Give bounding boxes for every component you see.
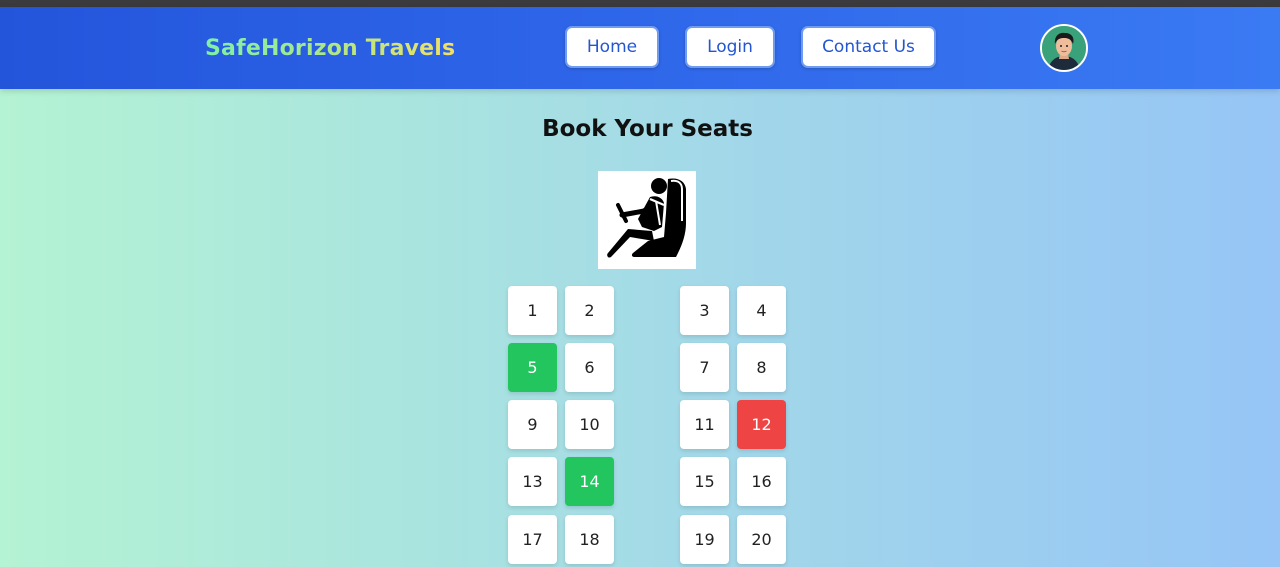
seat-19[interactable]: 19 xyxy=(680,515,729,564)
seat-2[interactable]: 2 xyxy=(565,286,614,335)
seat-12[interactable]: 12 xyxy=(737,400,786,449)
seat-5[interactable]: 5 xyxy=(508,343,557,392)
user-avatar[interactable] xyxy=(1040,24,1088,72)
seat-8[interactable]: 8 xyxy=(737,343,786,392)
seat-11[interactable]: 11 xyxy=(680,400,729,449)
seat-14[interactable]: 14 xyxy=(565,457,614,506)
driver-seat-illustration xyxy=(607,178,686,258)
driver-seat-icon xyxy=(598,171,696,269)
seat-10[interactable]: 10 xyxy=(565,400,614,449)
seat-3[interactable]: 3 xyxy=(680,286,729,335)
seat-7[interactable]: 7 xyxy=(680,343,729,392)
seat-18[interactable]: 18 xyxy=(565,515,614,564)
seat-16[interactable]: 16 xyxy=(737,457,786,506)
page-title: Book Your Seats xyxy=(542,116,753,142)
seat-15[interactable]: 15 xyxy=(680,457,729,506)
site-header: SafeHorizon Travels Home Login Contact U… xyxy=(0,7,1280,89)
nav-login-button[interactable]: Login xyxy=(685,26,775,68)
brand-logo-text[interactable]: SafeHorizon Travels xyxy=(205,36,455,61)
avatar-illustration xyxy=(1042,26,1086,70)
seat-13[interactable]: 13 xyxy=(508,457,557,506)
seat-6[interactable]: 6 xyxy=(565,343,614,392)
nav-home-button[interactable]: Home xyxy=(565,26,659,68)
seat-4[interactable]: 4 xyxy=(737,286,786,335)
seat-9[interactable]: 9 xyxy=(508,400,557,449)
seat-17[interactable]: 17 xyxy=(508,515,557,564)
nav-contact-button[interactable]: Contact Us xyxy=(801,26,936,68)
seat-1[interactable]: 1 xyxy=(508,286,557,335)
window-top-strip xyxy=(0,0,1280,7)
seat-20[interactable]: 20 xyxy=(737,515,786,564)
